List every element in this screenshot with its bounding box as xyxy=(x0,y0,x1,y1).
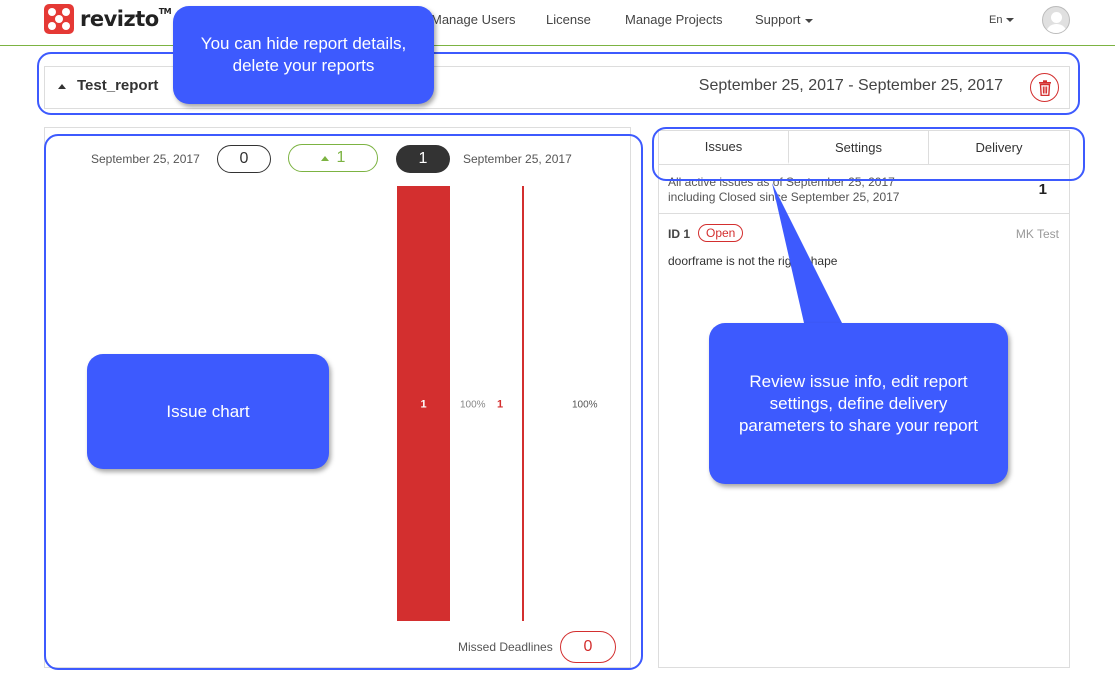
panel-callout: Review issue info, edit report settings,… xyxy=(709,323,1008,484)
chart-callout: Issue chart xyxy=(87,354,329,469)
header-callout: You can hide report details, delete your… xyxy=(173,6,434,104)
